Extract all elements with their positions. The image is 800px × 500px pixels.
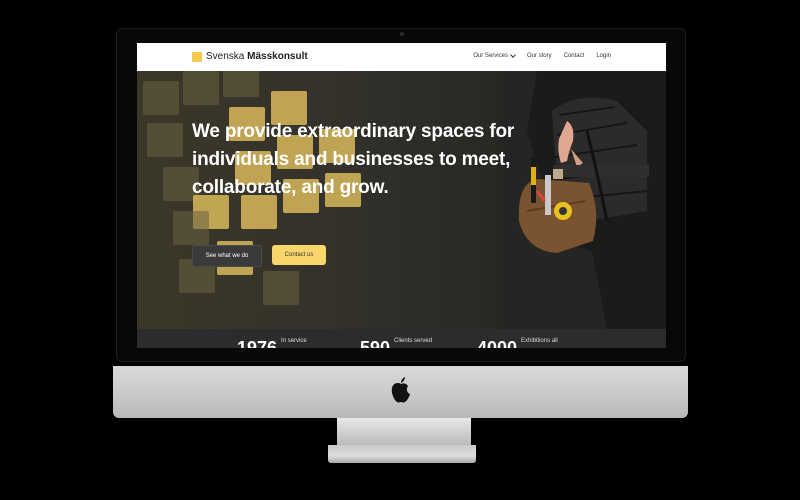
imac-stand-foot [328, 445, 476, 463]
stat-number: 4000 [477, 338, 518, 348]
imac-stand-neck [337, 418, 471, 446]
brand-name: Svenska Mässkonsult [206, 51, 308, 62]
stat-number: 590 [360, 338, 391, 348]
hero-headline: We provide extraordinary spaces for indi… [192, 121, 515, 198]
stat-item: 4000 Exhibitions all [477, 338, 561, 348]
contact-us-button[interactable]: Contact us [272, 245, 326, 265]
hero-section: We provide extraordinary spaces for indi… [137, 71, 666, 329]
stat-label: Exhibitions all [521, 338, 558, 344]
stat-item: 1976 In service [237, 338, 321, 348]
stat-label: In service [281, 338, 307, 344]
brand-logo[interactable]: Svenska Mässkonsult [192, 51, 308, 62]
website-screen: Svenska Mässkonsult Our Services Our sto… [137, 43, 666, 348]
stat-item: 590 Clients served [360, 338, 434, 348]
brand-name-light: Svenska [206, 51, 245, 62]
stat-label: Clients served [394, 338, 433, 344]
worker-tool-belt-image [497, 71, 666, 329]
top-navbar: Svenska Mässkonsult Our Services Our sto… [137, 43, 666, 71]
chevron-down-icon [510, 52, 516, 58]
stat-number: 1976 [237, 338, 278, 348]
nav-links: Our Services Our story Contact Login [473, 52, 611, 59]
nav-link-our-story[interactable]: Our story [527, 53, 552, 59]
stats-strip: 1976 In service 590 Clients served 4000 … [137, 329, 666, 348]
nav-link-our-services[interactable]: Our Services [473, 52, 516, 59]
nav-link-login[interactable]: Login [596, 53, 611, 59]
camera-icon [400, 32, 404, 36]
nav-link-label: Our Services [473, 53, 508, 59]
brand-name-bold: Mässkonsult [247, 51, 308, 62]
logo-square-icon [192, 51, 202, 62]
nav-link-contact[interactable]: Contact [564, 53, 585, 59]
see-what-we-do-button[interactable]: See what we do [192, 245, 262, 267]
apple-icon [391, 377, 410, 403]
